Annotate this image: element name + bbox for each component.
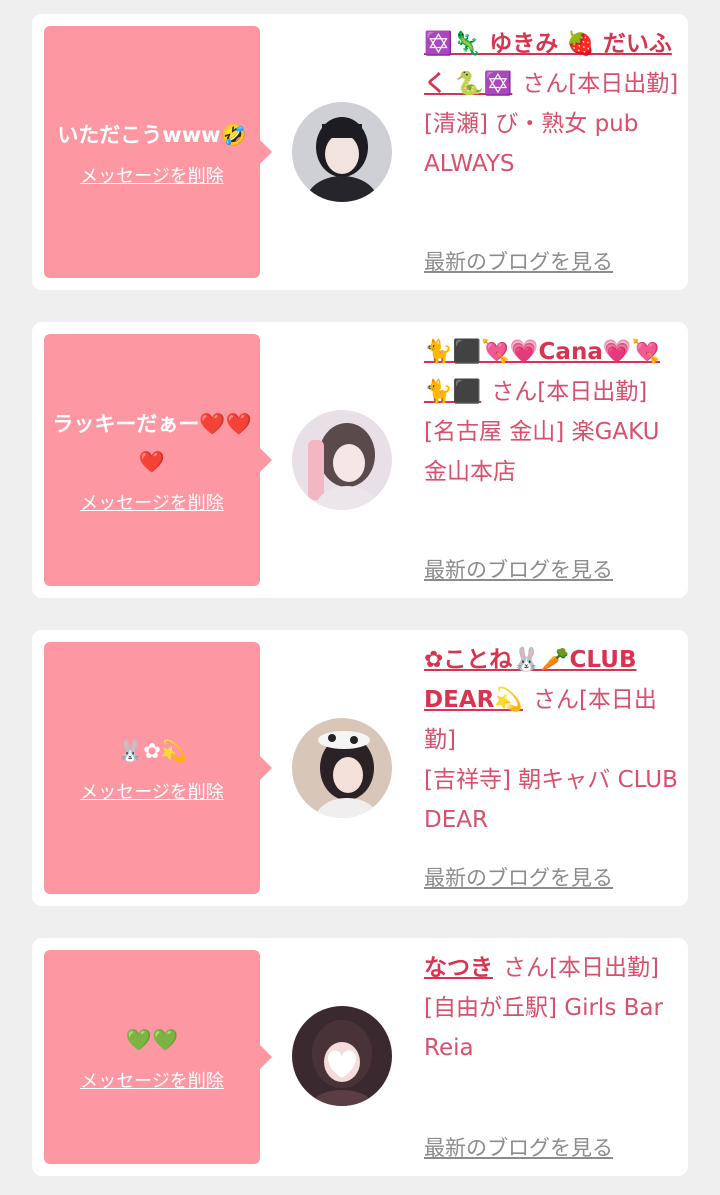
message-bubble: 💚💚 メッセージを削除	[44, 950, 272, 1164]
avatar-photo	[292, 1006, 392, 1106]
message-text: 🐰✿💫	[117, 739, 187, 763]
message-card: ラッキーだぁー❤️❤️❤️ メッセージを削除 🐈⬛💘💗Cana💗💘🐈⬛ さん[本日…	[32, 322, 688, 598]
message-text: ラッキーだぁー❤️❤️❤️	[52, 412, 252, 474]
message-list: いただこうwww🤣 メッセージを削除 ✡️🦎 ゆきみ 🍓 だいふく 🐍✡️ さん[…	[0, 0, 720, 1195]
cast-status: さん[本日出勤]	[522, 71, 679, 97]
avatar[interactable]	[292, 718, 392, 818]
cast-name-link[interactable]: なつき	[424, 955, 493, 981]
cast-info: 🐈⬛💘💗Cana💗💘🐈⬛ さん[本日出勤] [名古屋 金山] 楽GAKU 金山本店	[424, 332, 686, 492]
message-text: いただこうwww🤣	[57, 123, 247, 147]
message-bubble: いただこうwww🤣 メッセージを削除	[44, 26, 272, 278]
message-text: 💚💚	[125, 1028, 179, 1052]
latest-blog-link[interactable]: 最新のブログを見る	[424, 862, 613, 892]
avatar[interactable]	[292, 102, 392, 202]
cast-status: さん[本日出勤]	[503, 955, 659, 981]
avatar[interactable]	[292, 410, 392, 510]
avatar-photo	[292, 410, 392, 510]
message-card: いただこうwww🤣 メッセージを削除 ✡️🦎 ゆきみ 🍓 だいふく 🐍✡️ さん[…	[32, 14, 688, 290]
delete-message-link[interactable]: メッセージを削除	[80, 162, 224, 188]
shop-name: [自由が丘駅] Girls Bar Reia	[424, 995, 663, 1061]
delete-message-link[interactable]: メッセージを削除	[80, 778, 224, 804]
avatar-photo	[292, 102, 392, 202]
shop-name: [吉祥寺] 朝キャバ CLUB DEAR	[424, 767, 678, 833]
latest-blog-link[interactable]: 最新のブログを見る	[424, 1132, 613, 1162]
latest-blog-link[interactable]: 最新のブログを見る	[424, 554, 613, 584]
message-card: 💚💚 メッセージを削除 なつき さん[本日出勤] [自由が丘駅] Girls Ba…	[32, 938, 688, 1176]
message-bubble: 🐰✿💫 メッセージを削除	[44, 642, 272, 894]
delete-message-link[interactable]: メッセージを削除	[80, 489, 224, 515]
avatar[interactable]	[292, 1006, 392, 1106]
cast-info: なつき さん[本日出勤] [自由が丘駅] Girls Bar Reia	[424, 948, 686, 1068]
message-bubble: ラッキーだぁー❤️❤️❤️ メッセージを削除	[44, 334, 272, 586]
cast-status: さん[本日出勤]	[491, 379, 648, 405]
avatar-photo	[292, 718, 392, 818]
delete-message-link[interactable]: メッセージを削除	[80, 1067, 224, 1093]
cast-info: ✿ことね🐰🥕CLUB DEAR💫 さん[本日出勤] [吉祥寺] 朝キャバ CLUB…	[424, 640, 686, 840]
shop-name: [清瀬] び・熟女 pub ALWAYS	[424, 111, 639, 177]
cast-info: ✡️🦎 ゆきみ 🍓 だいふく 🐍✡️ さん[本日出勤] [清瀬] び・熟女 pub…	[424, 24, 686, 184]
latest-blog-link[interactable]: 最新のブログを見る	[424, 246, 613, 276]
message-card: 🐰✿💫 メッセージを削除 ✿ことね🐰🥕CLUB DEAR💫 さん[本日出勤] [吉…	[32, 630, 688, 906]
shop-name: [名古屋 金山] 楽GAKU 金山本店	[424, 419, 660, 485]
